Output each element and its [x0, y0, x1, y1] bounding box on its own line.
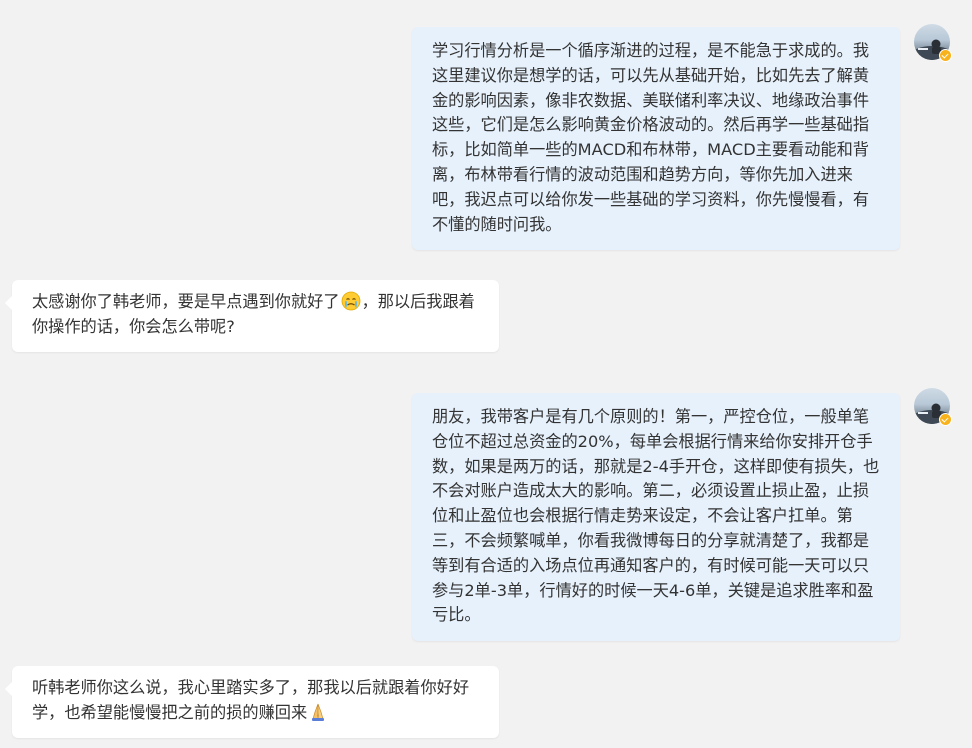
verified-badge-icon: [939, 49, 952, 62]
outgoing-message-bubble: 朋友，我带客户是有几个原则的！第一，严控仓位，一般单笔仓位不超过总资金的20%，…: [412, 393, 900, 642]
message-text: 太感谢你了韩老师，要是早点遇到你就好了: [32, 292, 340, 311]
message-text: 朋友，我带客户是有几个原则的！第一，严控仓位，一般单笔仓位不超过总资金的20%，…: [432, 407, 880, 625]
message-text: 学习行情分析是一个循序渐进的过程，是不能急于求成的。我这里建议你是想学的话，可以…: [432, 41, 870, 234]
crying-face-icon: [341, 291, 361, 311]
outgoing-message-bubble: 学习行情分析是一个循序渐进的过程，是不能急于求成的。我这里建议你是想学的话，可以…: [412, 27, 900, 251]
user-avatar[interactable]: [914, 24, 952, 62]
praying-hands-icon: [308, 702, 328, 722]
message-text: 听韩老师你这么说，我心里踏实多了，那我以后就跟着你好好学，也希望能慢慢把之前的损…: [32, 678, 470, 722]
verified-badge-icon: [939, 413, 952, 426]
incoming-message-bubble: 听韩老师你这么说，我心里踏实多了，那我以后就跟着你好好学，也希望能慢慢把之前的损…: [5, 666, 499, 738]
incoming-message-bubble: 太感谢你了韩老师，要是早点遇到你就好了 ，那以后我跟着你操作的话，你会怎么带呢?: [5, 280, 499, 352]
user-avatar[interactable]: [914, 388, 952, 426]
